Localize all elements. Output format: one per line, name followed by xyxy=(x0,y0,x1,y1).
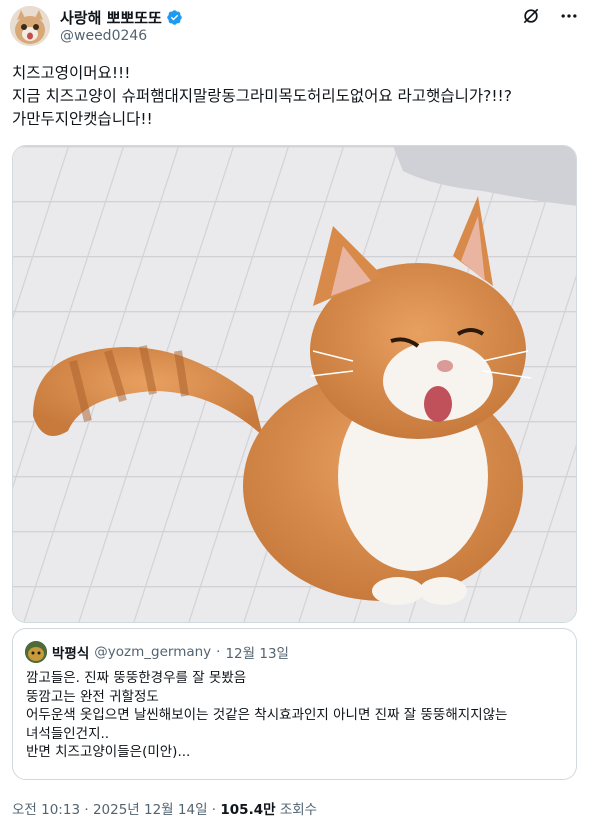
quoted-tweet-text: 깜고들은. 진짜 뚱뚱한경우를 잘 못봤음 뚱깜고는 완전 귀할정도 어두운색 … xyxy=(26,669,507,762)
grok-icon-svg xyxy=(523,8,539,24)
separator-dot: · xyxy=(84,802,89,818)
quoted-line: 녀석들인건지.. xyxy=(26,725,110,742)
avatar-image xyxy=(10,6,50,46)
author-handle[interactable]: @weed0246 xyxy=(60,28,147,44)
tweet-line: 치즈고영이머요!!! xyxy=(12,64,131,82)
quoted-line: 어두운색 옷입으면 날씬해보이는 것같은 착시효과인지 아니면 진짜 잘 뚱뚱해… xyxy=(26,707,508,723)
tweet-line: 가만두지안캣습니다!! xyxy=(12,110,153,128)
view-count: 105.4만 xyxy=(220,802,276,818)
quoted-author-avatar[interactable] xyxy=(25,641,47,663)
cat-photo-illustration xyxy=(13,146,576,622)
author-name-row[interactable]: 사랑해 뽀뽀또또 xyxy=(60,7,183,28)
tweet-photo[interactable] xyxy=(12,145,577,623)
separator-dot: · xyxy=(216,644,221,660)
quoted-tweet-header: 박평식 @yozm_germany · 12월 13일 xyxy=(25,641,289,663)
quoted-line: 깜고들은. 진짜 뚱뚱한경우를 잘 못봤음 xyxy=(26,670,247,686)
more-icon[interactable] xyxy=(559,6,579,26)
author-avatar[interactable] xyxy=(10,6,50,46)
grok-icon[interactable] xyxy=(521,6,541,26)
tweet-date[interactable]: 2025년 12월 14일 xyxy=(93,802,208,818)
quoted-tweet-date[interactable]: 12월 13일 xyxy=(225,642,289,662)
verified-badge-icon xyxy=(167,10,182,25)
tweet-text: 치즈고영이머요!!! 지금 치즈고양이 슈퍼햄대지말랑동그라미목도허리도없어요 … xyxy=(12,62,577,131)
tweet-time[interactable]: 오전 10:13 xyxy=(12,802,80,818)
quoted-line: 뚱깜고는 완전 귀할정도 xyxy=(26,688,159,705)
tweet-meta: 오전 10:13 · 2025년 12월 14일 · 105.4만 조회수 xyxy=(12,798,317,818)
tweet-top-actions xyxy=(521,6,579,26)
separator-dot: · xyxy=(211,802,217,818)
author-display-name[interactable]: 사랑해 뽀뽀또또 xyxy=(60,7,162,28)
quoted-avatar-image xyxy=(25,641,47,663)
quoted-author-name[interactable]: 박평식 xyxy=(52,642,89,662)
quoted-author-handle[interactable]: @yozm_germany xyxy=(94,644,211,660)
quoted-tweet[interactable]: 박평식 @yozm_germany · 12월 13일 깜고들은. 진짜 뚱뚱한… xyxy=(12,628,577,780)
tweet-line: 지금 치즈고양이 슈퍼햄대지말랑동그라미목도허리도없어요 라고햇습니가?!!? xyxy=(12,87,512,105)
view-label: 조회수 xyxy=(279,802,318,818)
more-icon-svg xyxy=(561,14,577,18)
quoted-line: 반면 치즈고양이들은(미안)... xyxy=(26,744,191,760)
